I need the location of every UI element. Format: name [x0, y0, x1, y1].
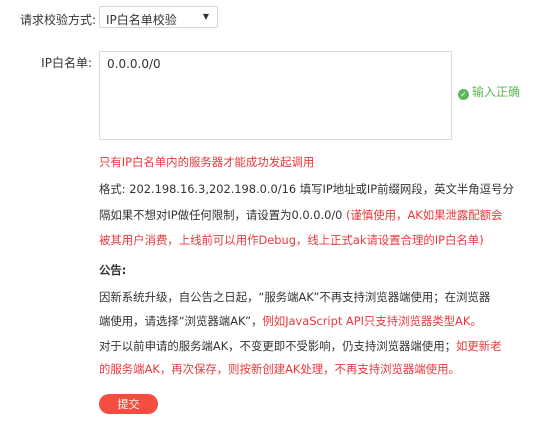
verification-method-value: IP白名单校验	[106, 13, 177, 27]
format-hint-line3: 被其用户消费，上线前可以用作Debug，线上正式ak请设置合理的IP白名单)	[99, 233, 484, 247]
validation-status: ✓ 输入正确	[458, 83, 520, 100]
announcement-line3-text: 对于以前申请的服务端AK，不变更即不受影响，仍支持浏览器端使用；	[99, 339, 456, 353]
check-circle-icon: ✓	[458, 89, 469, 100]
announcement-line2: 端使用，请选择“浏览器端AK”，例如JavaScript API只支持浏览器类型…	[99, 313, 482, 329]
ip-whitelist-textarea[interactable]: 0.0.0.0/0	[99, 51, 452, 140]
announcement-line1: 因新系统升级，自公告之日起，“服务端AK”不再支持浏览器端使用；在浏览器	[99, 290, 491, 304]
format-hint-line2-caution: (谨慎使用，AK如果泄露配额会	[346, 208, 503, 222]
format-hint-line2-text: 隔如果不想对IP做任何限制，请设置为0.0.0.0/0	[99, 208, 347, 222]
announcement-line3-highlight: 如更新老	[455, 339, 502, 353]
announcement-line2-text: 端使用，请选择“浏览器端AK”，	[99, 314, 263, 328]
format-hint-line1: 格式: 202.198.16.3,202.198.0.0/16 填写IP地址或I…	[99, 182, 514, 196]
announcement-line4: 的服务端AK，再次保存，则按新创建AK处理，不再支持浏览器端使用。	[99, 362, 460, 376]
ip-whitelist-label: IP白名单:	[41, 56, 92, 70]
caret-down-icon: ▼	[202, 12, 209, 21]
verification-method-select[interactable]: IP白名单校验 ▼	[99, 6, 218, 28]
whitelist-warning: 只有IP白名单内的服务器才能成功发起调用	[99, 155, 315, 169]
announcement-line2-highlight: 例如JavaScript API只支持浏览器类型AK。	[262, 314, 482, 328]
submit-button[interactable]: 提交	[99, 394, 158, 414]
announcement-line3: 对于以前申请的服务端AK，不变更即不受影响，仍支持浏览器端使用；如更新老	[99, 338, 502, 354]
validation-text: 输入正确	[472, 85, 521, 99]
format-hint-line2: 隔如果不想对IP做任何限制，请设置为0.0.0.0/0 (谨慎使用，AK如果泄露…	[99, 207, 502, 223]
announcement-title: 公告:	[99, 263, 127, 277]
verification-method-label: 请求校验方式:	[20, 13, 97, 27]
